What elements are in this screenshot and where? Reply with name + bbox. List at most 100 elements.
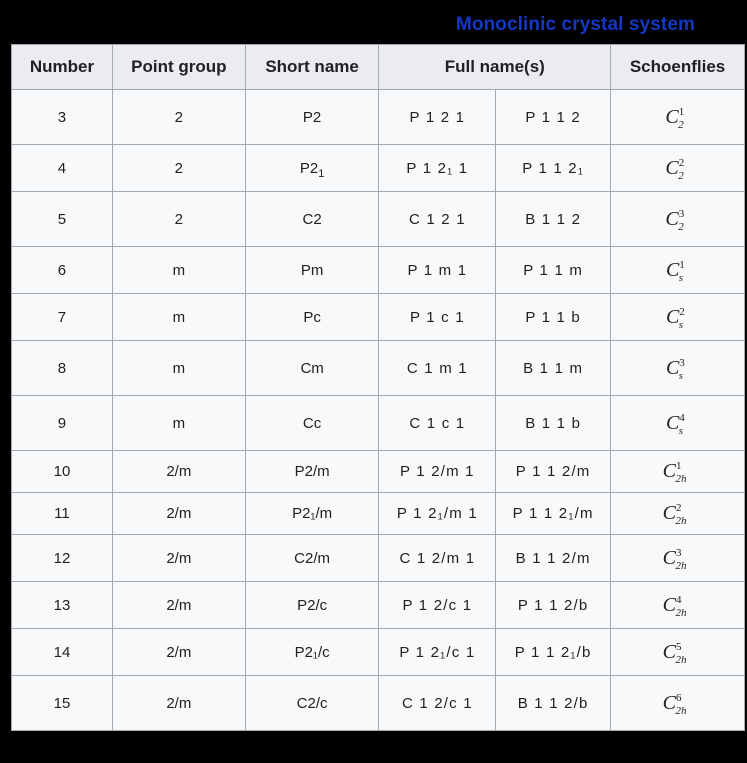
schoenflies-subscript: 2h	[675, 515, 687, 527]
schoenflies-superscript: 1	[678, 105, 685, 118]
schoenflies-subscript: 2	[678, 220, 684, 233]
schoenflies-base: C	[665, 105, 679, 128]
cell-schoenflies: C32h	[610, 534, 745, 582]
cell-number: 12	[11, 534, 113, 582]
table-row: 6 m Pm P 1 m 1P 1 1 m C1s	[11, 246, 745, 294]
schoenflies-base: C	[662, 502, 676, 524]
schoenflies-superscript: 3	[679, 356, 685, 369]
cell-full-name-a: P 1 m 1	[378, 246, 497, 294]
cell-short-name: Pc	[244, 293, 380, 341]
table-row: 12 2/m C2/m C 1 2/m 1B 1 1 2/m C32h	[11, 534, 745, 582]
cell-point-group: 2	[111, 89, 246, 145]
cell-number: 5	[11, 191, 113, 247]
table-body: 3 2 P2 P 1 2 1P 1 1 2 C12 4 2 P21 P 1 2₁ 1P 1 1 …	[11, 89, 745, 731]
column-header-short-name: Short name	[244, 44, 380, 90]
cell-full-name-b: B 1 1 m	[495, 340, 612, 396]
cell-short-name: P2/c	[244, 581, 380, 629]
cell-schoenflies: C3s	[610, 340, 745, 396]
schoenflies-base: C	[662, 640, 676, 663]
schoenflies-superscript: 2	[675, 502, 682, 514]
table-row: 10 2/m P2/m P 1 2/m 1P 1 1 2/m C12h	[11, 450, 745, 493]
schoenflies-subscript: s	[678, 271, 684, 284]
space-group-table: Number Point group Short name Full name(…	[11, 44, 745, 731]
schoenflies-subscript: 2h	[675, 653, 687, 666]
schoenflies-base: C	[665, 207, 679, 230]
schoenflies-base: C	[665, 411, 680, 434]
schoenflies-superscript: 1	[679, 258, 685, 271]
schoenflies-base: C	[665, 156, 679, 179]
column-header-number: Number	[11, 44, 113, 90]
cell-point-group: 2/m	[111, 581, 246, 629]
cell-schoenflies: C22	[610, 144, 745, 192]
cell-number: 6	[11, 246, 113, 294]
schoenflies-symbol: C32	[665, 207, 689, 233]
cell-number: 11	[11, 492, 113, 535]
cell-schoenflies: C42h	[610, 581, 745, 629]
page-root: Monoclinic crystal system Number Point g…	[0, 0, 747, 763]
cell-schoenflies: C1s	[610, 246, 745, 294]
schoenflies-superscript: 2	[678, 156, 685, 169]
schoenflies-symbol: C32h	[662, 546, 693, 572]
schoenflies-base: C	[662, 593, 676, 616]
cell-full-name-a: P 1 2/m 1	[378, 450, 497, 493]
cell-short-name: Cm	[244, 340, 380, 396]
schoenflies-superscript: 1	[675, 460, 682, 472]
table-row: 3 2 P2 P 1 2 1P 1 1 2 C12	[11, 89, 745, 145]
cell-short-name: C2/m	[244, 534, 380, 582]
cell-number: 15	[11, 675, 113, 731]
schoenflies-symbol: C12	[665, 105, 689, 131]
short-name-subscript: 1	[318, 167, 325, 180]
cell-full-name-a: C 1 2 1	[378, 191, 497, 247]
schoenflies-subscript: 2h	[675, 704, 687, 717]
cell-point-group: 2/m	[111, 534, 246, 582]
cell-full-name-b: P 1 1 2₁/b	[495, 628, 612, 676]
schoenflies-base: C	[662, 546, 676, 569]
cell-number: 3	[11, 89, 113, 145]
title-bar: Monoclinic crystal system	[0, 13, 747, 37]
schoenflies-subscript: 2	[678, 169, 684, 182]
schoenflies-superscript: 4	[679, 411, 685, 424]
column-header-schoenflies[interactable]: Schoenflies	[610, 44, 745, 90]
table-head: Number Point group Short name Full name(…	[11, 44, 745, 90]
cell-point-group: m	[111, 395, 246, 451]
schoenflies-subscript: 2h	[675, 473, 687, 485]
schoenflies-symbol: C42h	[662, 593, 693, 619]
cell-full-name-a: C 1 2/m 1	[378, 534, 497, 582]
cell-point-group: m	[111, 293, 246, 341]
schoenflies-subscript: 2	[678, 118, 684, 131]
column-header-point-group[interactable]: Point group	[111, 44, 246, 90]
cell-full-name-a: P 1 2₁ 1	[378, 144, 497, 192]
cell-full-name-a: P 1 c 1	[378, 293, 497, 341]
cell-short-name: P21	[244, 144, 380, 192]
table-row: 14 2/m P2₁/c P 1 2₁/c 1P 1 1 2₁/b C52h	[11, 628, 745, 676]
schoenflies-subscript: s	[678, 424, 684, 437]
schoenflies-symbol: C22h	[662, 502, 693, 527]
schoenflies-subscript: s	[678, 369, 684, 382]
schoenflies-symbol: C52h	[662, 640, 693, 666]
cell-short-name: Pm	[244, 246, 380, 294]
cell-schoenflies: C12h	[610, 450, 745, 493]
table-row: 15 2/m C2/c C 1 2/c 1B 1 1 2/b C62h	[11, 675, 745, 731]
cell-schoenflies: C52h	[610, 628, 745, 676]
cell-short-name: P2/m	[244, 450, 380, 493]
cell-full-name-b: P 1 1 2	[495, 89, 612, 145]
cell-schoenflies: C12	[610, 89, 745, 145]
cell-point-group: 2/m	[111, 675, 246, 731]
cell-short-name: P2	[244, 89, 380, 145]
cell-full-name-b: B 1 1 2/m	[495, 534, 612, 582]
cell-point-group: m	[111, 340, 246, 396]
cell-number: 14	[11, 628, 113, 676]
cell-full-name-a: P 1 2₁/m 1	[378, 492, 497, 535]
schoenflies-symbol: C62h	[662, 691, 693, 717]
cell-full-name-b: B 1 1 2/b	[495, 675, 612, 731]
cell-number: 8	[11, 340, 113, 396]
schoenflies-superscript: 3	[675, 546, 682, 559]
cell-point-group: 2	[111, 144, 246, 192]
cell-short-name: P2₁/m	[244, 492, 380, 535]
schoenflies-base: C	[662, 691, 676, 714]
schoenflies-base: C	[662, 460, 676, 482]
cell-full-name-b: P 1 1 b	[495, 293, 612, 341]
schoenflies-base: C	[665, 356, 680, 379]
table-row: 7 m Pc P 1 c 1P 1 1 b C2s	[11, 293, 745, 341]
space-group-table-wrap: Number Point group Short name Full name(…	[11, 44, 745, 731]
